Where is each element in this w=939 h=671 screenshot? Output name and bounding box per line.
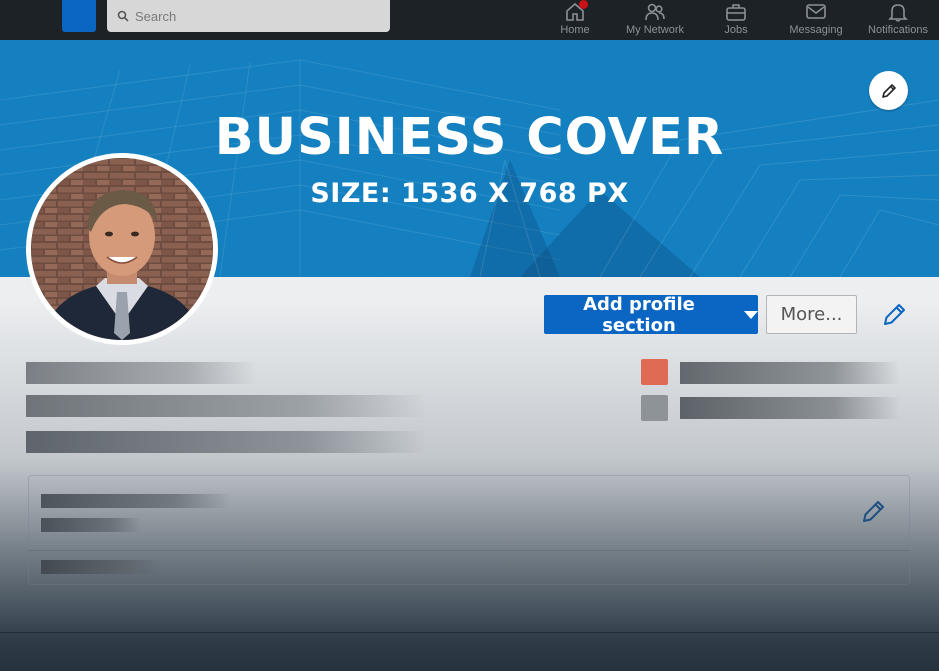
section-divider [28,550,910,551]
pencil-icon [863,501,884,522]
messaging-icon [806,4,826,19]
profile-photo[interactable] [26,153,218,345]
placeholder-school-logo [641,395,668,421]
edit-section-button[interactable] [858,495,890,527]
nav-item-home[interactable]: Home [556,0,594,40]
nav-label-messaging: Messaging [789,24,843,36]
search-bar[interactable]: Search [107,0,390,32]
nav-item-jobs[interactable]: Jobs [718,0,754,40]
placeholder-section-subtitle [41,518,141,532]
profile-card: BUSINESS COVER SIZE: 1536 X 768 PX Add p… [0,40,939,671]
placeholder-company-line [680,362,900,384]
top-nav: Search Home My Network Jobs Messaging No… [0,0,939,40]
notification-badge [579,0,588,9]
placeholder-school-line [680,397,900,419]
add-profile-section-button[interactable]: Add profile section [544,293,758,336]
nav-label-jobs: Jobs [724,24,748,36]
nav-label-my-network: My Network [625,24,685,36]
nav-item-messaging[interactable]: Messaging [784,0,848,40]
placeholder-company-logo [641,359,668,385]
edit-cover-button[interactable] [869,71,908,110]
bottom-divider [0,632,939,633]
bell-icon [888,4,908,22]
caret-down-icon [744,310,758,319]
linkedin-logo[interactable] [62,0,96,32]
placeholder-location-line [26,431,426,453]
nav-item-notifications[interactable]: Notifications [860,0,936,40]
add-profile-section-label: Add profile section [583,293,695,336]
more-button[interactable]: More... [766,295,857,334]
network-icon [645,3,665,21]
nav-label-notifications: Notifications [868,24,928,36]
placeholder-name-line [26,362,256,384]
placeholder-section-text [41,560,161,574]
placeholder-headline-line [26,395,426,417]
nav-label-home: Home [560,24,590,36]
more-label: More... [780,304,843,325]
nav-item-my-network[interactable]: My Network [620,0,690,40]
pencil-icon [884,304,905,325]
profile-photo-image [31,158,213,340]
briefcase-icon [726,4,746,21]
pencil-icon [881,83,896,98]
search-icon [117,10,129,22]
edit-intro-button[interactable] [879,298,911,330]
search-placeholder: Search [135,8,177,24]
placeholder-section-title [41,494,231,508]
